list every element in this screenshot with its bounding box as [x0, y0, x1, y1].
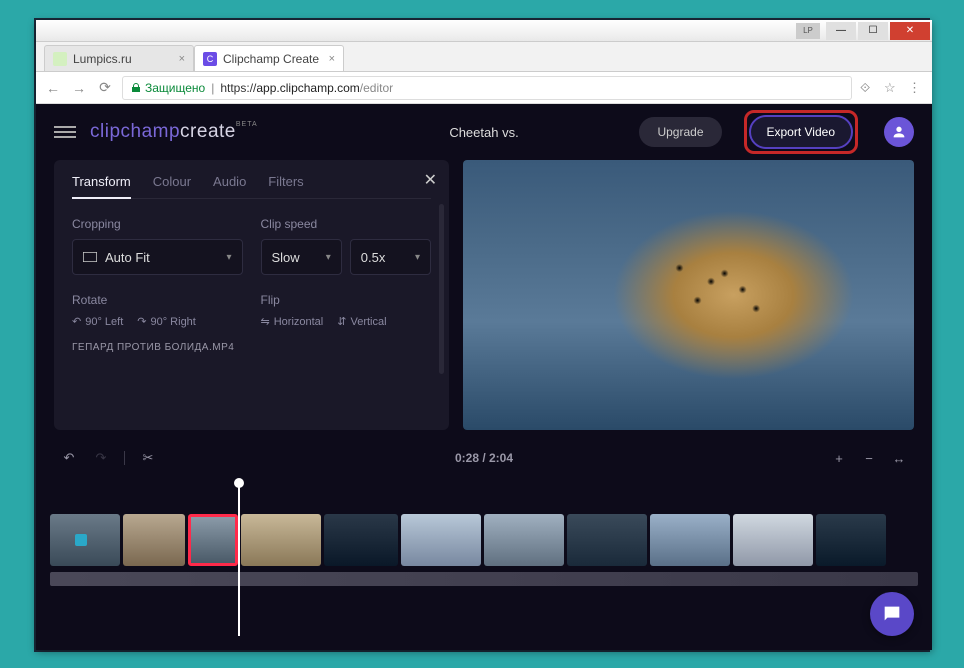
audio-track[interactable]: [50, 572, 918, 586]
timeline-clip[interactable]: [241, 514, 321, 566]
tab-close-icon[interactable]: ×: [329, 53, 335, 65]
user-icon: [891, 124, 907, 140]
timeline-clip[interactable]: [733, 514, 813, 566]
flip-vertical-button[interactable]: ⇵ Vertical: [337, 315, 386, 328]
browser-menu-icon[interactable]: ⋮: [908, 80, 924, 96]
app-header: clipchampcreateBETA Cheetah vs. Upgrade …: [36, 104, 932, 160]
timeline-clip[interactable]: [650, 514, 730, 566]
timeline-clip[interactable]: [123, 514, 185, 566]
tab-colour[interactable]: Colour: [153, 174, 191, 190]
timeline-toolbar: ↶ ↷ ✂ 0:28 / 2:04 + − ↔: [36, 438, 932, 478]
redo-button[interactable]: ↷: [92, 450, 110, 466]
timeline-clip[interactable]: [324, 514, 398, 566]
timeline-clip[interactable]: [816, 514, 886, 566]
playhead-line: [238, 486, 240, 636]
transform-panel: ✕ Transform Colour Audio Filters Croppin…: [54, 160, 449, 430]
export-video-button[interactable]: Export Video: [749, 115, 854, 149]
timeline-clip[interactable]: [567, 514, 647, 566]
video-preview[interactable]: [463, 160, 914, 430]
export-highlight: Export Video: [744, 110, 859, 154]
rotate-label: Rotate: [72, 293, 243, 307]
panel-tabbar: Transform Colour Audio Filters: [72, 174, 431, 199]
lock-icon: [131, 83, 141, 93]
zoom-in-button[interactable]: +: [830, 451, 848, 466]
chat-help-button[interactable]: [870, 592, 914, 636]
tab-title: Clipchamp Create: [223, 52, 319, 66]
timeline-clip[interactable]: [484, 514, 564, 566]
url-text: https://app.clipchamp.com/editor: [220, 81, 393, 95]
project-title[interactable]: Cheetah vs.: [449, 125, 518, 140]
cropping-select[interactable]: Auto Fit▾: [72, 239, 243, 275]
timeline-time: 0:28 / 2:04: [455, 451, 513, 465]
chevron-down-icon: ▾: [226, 252, 231, 263]
window-close-button[interactable]: ✕: [890, 22, 930, 40]
zoom-fit-button[interactable]: ↔: [890, 451, 908, 466]
upgrade-button[interactable]: Upgrade: [639, 117, 721, 147]
window-titlebar: LP — ☐ ✕: [36, 20, 932, 42]
panel-close-button[interactable]: ✕: [424, 170, 437, 190]
favicon-icon: [53, 52, 67, 66]
url-input[interactable]: Защищено | https://app.clipchamp.com/edi…: [122, 76, 852, 100]
chat-icon: [881, 603, 903, 625]
tab-title: Lumpics.ru: [73, 52, 132, 66]
rotate-right-button[interactable]: ↷ 90° Right: [137, 315, 196, 328]
browser-tab-clipchamp[interactable]: C Clipchamp Create ×: [194, 45, 344, 71]
address-bar: ← → ⟳ Защищено | https://app.clipchamp.c…: [36, 72, 932, 104]
nav-reload-button[interactable]: ⟳: [96, 79, 114, 97]
tab-close-icon[interactable]: ×: [179, 53, 185, 65]
cut-button[interactable]: ✂: [139, 450, 157, 466]
nav-back-button[interactable]: ←: [44, 79, 62, 97]
bookmark-star-icon[interactable]: ☆: [884, 80, 900, 96]
zoom-out-button[interactable]: −: [860, 451, 878, 466]
flip-label: Flip: [261, 293, 432, 307]
window-minimize-button[interactable]: —: [826, 22, 856, 40]
secure-badge: Защищено: [131, 81, 205, 95]
nav-forward-button[interactable]: →: [70, 79, 88, 97]
speed-select[interactable]: Slow▾: [261, 239, 342, 275]
flip-horizontal-button[interactable]: ⇋ Horizontal: [261, 315, 324, 328]
fit-icon: [83, 252, 97, 262]
rotate-left-button[interactable]: ↶ 90° Left: [72, 315, 123, 328]
panel-scrollbar[interactable]: [439, 204, 444, 374]
window-maximize-button[interactable]: ☐: [858, 22, 888, 40]
timeline-clip[interactable]: [401, 514, 481, 566]
undo-button[interactable]: ↶: [60, 450, 78, 466]
clipchamp-logo[interactable]: clipchampcreateBETA: [90, 121, 258, 143]
translate-icon[interactable]: ⟐: [860, 80, 876, 96]
browser-tab-lumpics[interactable]: Lumpics.ru ×: [44, 45, 194, 71]
lp-badge: LP: [796, 23, 820, 39]
hamburger-menu-icon[interactable]: [54, 121, 76, 143]
favicon-icon: C: [203, 52, 217, 66]
user-avatar[interactable]: [884, 117, 914, 147]
clip-filename: ГЕПАРД ПРОТИВ БОЛИДА.MP4: [72, 342, 431, 353]
chevron-down-icon: ▾: [415, 252, 420, 263]
tab-audio[interactable]: Audio: [213, 174, 246, 190]
video-track[interactable]: [50, 514, 918, 572]
multiplier-select[interactable]: 0.5x▾: [350, 239, 431, 275]
tab-transform[interactable]: Transform: [72, 174, 131, 199]
chevron-down-icon: ▾: [326, 252, 331, 263]
timeline-clip[interactable]: [50, 514, 120, 566]
cropping-label: Cropping: [72, 217, 243, 231]
tab-filters[interactable]: Filters: [268, 174, 303, 190]
browser-tabstrip: Lumpics.ru × C Clipchamp Create ×: [36, 42, 932, 72]
preview-frame: [463, 160, 914, 430]
timeline-clip-selected[interactable]: [188, 514, 238, 566]
timeline[interactable]: [36, 478, 932, 648]
clipspeed-label: Clip speed: [261, 217, 432, 231]
